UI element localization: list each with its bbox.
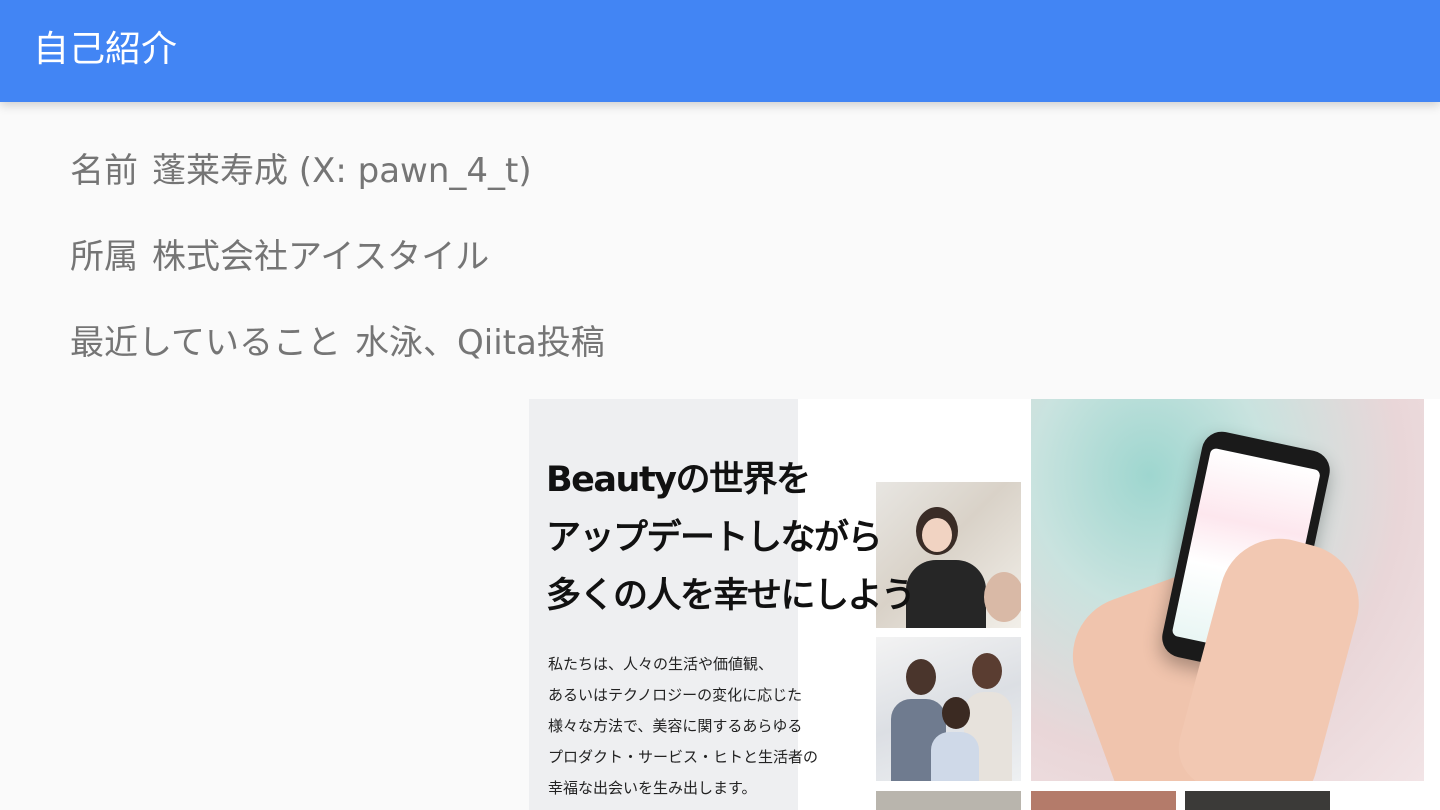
team-photo	[876, 637, 1021, 781]
thumbnail-photo	[1185, 791, 1330, 810]
profile-item-recent: 最近していること 水泳、Qiita投稿	[70, 318, 605, 368]
customer-face	[984, 572, 1021, 622]
company-hero-image: Beautyの世界を アップデートしながら 多くの人を幸せにしよう 私たちは、人…	[529, 399, 1440, 810]
person-body	[931, 732, 979, 781]
person-face	[922, 518, 952, 552]
person-head	[942, 697, 970, 729]
profile-item-affiliation: 所属 株式会社アイスタイル	[70, 232, 605, 282]
profile-item-value: 株式会社アイスタイル	[152, 237, 490, 277]
profile-item-label: 所属	[70, 237, 138, 277]
profile-list: 名前 蓬莱寿成 (X: pawn_4_t) 所属 株式会社アイスタイル 最近している…	[70, 146, 605, 404]
body-line: 様々な方法で、美容に関するあらゆる	[548, 717, 803, 735]
profile-item-name: 名前 蓬莱寿成 (X: pawn_4_t)	[70, 146, 605, 196]
body-line: 幸福な出会いを生み出します。	[548, 779, 757, 797]
body-line: 私たちは、人々の生活や価値観、	[548, 655, 774, 673]
person-head	[972, 653, 1002, 689]
smartphone-photo	[1031, 399, 1424, 781]
profile-item-label: 最近していること	[70, 323, 341, 363]
profile-item-value: 蓬莱寿成 (X: pawn_4_t)	[152, 151, 532, 191]
body-line: あるいはテクノロジーの変化に応じた	[548, 686, 803, 704]
hero-body-text: 私たちは、人々の生活や価値観、 あるいはテクノロジーの変化に応じた 様々な方法で…	[548, 649, 818, 804]
thumbnail-photo	[1031, 791, 1176, 810]
person-head	[906, 659, 936, 695]
headline-line: Beautyの世界を	[546, 460, 811, 500]
headline-line: アップデートしながら	[546, 518, 883, 558]
profile-item-value: 水泳、Qiita投稿	[354, 323, 605, 363]
slide-header: 自己紹介	[0, 0, 1440, 102]
headline-line: 多くの人を幸せにしよう	[546, 576, 916, 616]
profile-item-label: 名前	[70, 151, 138, 191]
body-line: プロダクト・サービス・ヒトと生活者の	[548, 748, 819, 766]
person-body	[906, 560, 986, 628]
slide-title: 自己紹介	[33, 29, 178, 70]
thumbnail-photo	[876, 791, 1021, 810]
hero-headline: Beautyの世界を アップデートしながら 多くの人を幸せにしよう	[546, 451, 916, 625]
